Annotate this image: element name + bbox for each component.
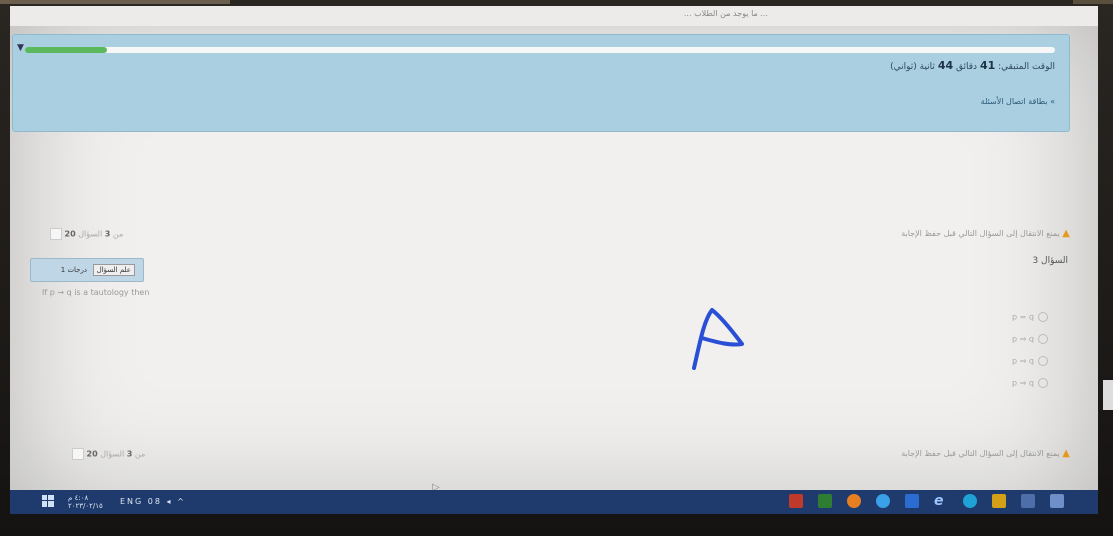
radio-button[interactable] bbox=[1038, 356, 1048, 366]
pager-of: من bbox=[112, 229, 124, 239]
pager-label: السؤال bbox=[100, 449, 125, 459]
timer-progress-fill bbox=[25, 47, 108, 53]
answer-options: p = q p ⇒ q p ⇒ q p ⇒ q bbox=[1012, 312, 1048, 400]
question-area: ▲ يمنع الانتقال إلى السؤال التالي قبل حف… bbox=[10, 136, 1098, 476]
monitor-photo: ... ما يوجد من الطلاب ... ▼ الوقت المتبق… bbox=[0, 0, 1113, 536]
page-header-strip: ... ما يوجد من الطلاب ... bbox=[10, 6, 1098, 26]
question-marks: 1 درجات bbox=[60, 266, 87, 274]
answer-option[interactable]: p ⇒ q bbox=[1012, 334, 1048, 344]
question-pager-top: 20 من 3 السؤال bbox=[50, 228, 123, 240]
system-tray[interactable]: ENG 08 ◂ ^ bbox=[120, 497, 186, 506]
answer-option[interactable]: p ⇒ q bbox=[1012, 378, 1048, 388]
clock-date: ٢٠٢٣/٠٢/١٥ bbox=[68, 502, 103, 510]
start-icon[interactable] bbox=[42, 495, 54, 507]
edge-legacy-icon[interactable]: e bbox=[934, 494, 948, 508]
background-object bbox=[0, 0, 230, 4]
timer-progress-bar bbox=[25, 47, 1055, 53]
minutes-label: دقائق bbox=[956, 62, 978, 72]
pager-label: السؤال bbox=[78, 229, 103, 239]
quiz-timer-panel: ▼ الوقت المتبقي: 41 دقائق 44 ثانية (ثوان… bbox=[12, 34, 1070, 132]
warning-icon: ▲ bbox=[1062, 448, 1070, 459]
taskbar-clock[interactable]: ٤:٠٨ م ٢٠٢٣/٠٢/١٥ bbox=[68, 494, 103, 510]
prev-question-button[interactable] bbox=[50, 228, 62, 240]
header-text: ... ما يوجد من الطلاب ... bbox=[683, 9, 768, 18]
excel-icon[interactable] bbox=[818, 494, 832, 508]
warning-top: ▲ يمنع الانتقال إلى السؤال التالي قبل حف… bbox=[901, 228, 1070, 239]
powerpoint-icon[interactable] bbox=[789, 494, 803, 508]
background-object-right bbox=[1073, 0, 1113, 4]
handwritten-a-icon bbox=[692, 308, 744, 370]
flag-question-button[interactable]: علم السؤال bbox=[92, 264, 135, 276]
minutes-value: 41 bbox=[979, 59, 996, 72]
windows-icon[interactable] bbox=[1050, 494, 1064, 508]
question-number: السؤال 3 bbox=[1032, 256, 1068, 266]
prev-question-button[interactable] bbox=[72, 448, 84, 460]
question-navigation-link[interactable]: » بطاقة اتصال الأسئلة bbox=[981, 97, 1055, 106]
pager-current: 3 bbox=[104, 229, 111, 239]
pager-total: 20 bbox=[64, 229, 76, 239]
collapse-icon[interactable]: ▼ bbox=[17, 43, 24, 53]
pager-current: 3 bbox=[126, 449, 133, 459]
warning-text: يمنع الانتقال إلى السؤال التالي قبل حفظ … bbox=[901, 229, 1060, 238]
warning-text: يمنع الانتقال إلى السؤال التالي قبل حفظ … bbox=[901, 449, 1060, 458]
question-text: If p → q is a tautology then bbox=[42, 288, 150, 297]
bezel-glare bbox=[1103, 380, 1113, 410]
question-info-box: علم السؤال 1 درجات bbox=[30, 258, 144, 282]
file-explorer-icon[interactable] bbox=[992, 494, 1006, 508]
task-view-icon[interactable] bbox=[1021, 494, 1035, 508]
pager-total: 20 bbox=[86, 449, 98, 459]
time-remaining-label: الوقت المتبقي: bbox=[998, 62, 1055, 72]
answer-option[interactable]: p ⇒ q bbox=[1012, 356, 1048, 366]
radio-button[interactable] bbox=[1038, 312, 1048, 322]
taskbar-app-icons: e bbox=[789, 494, 1064, 508]
chrome-icon[interactable] bbox=[876, 494, 890, 508]
firefox-icon[interactable] bbox=[847, 494, 861, 508]
question-pager-bottom: 20 من 3 السؤال bbox=[72, 448, 145, 460]
warning-icon: ▲ bbox=[1062, 228, 1070, 239]
warning-bottom: ▲ يمنع الانتقال إلى السؤال التالي قبل حف… bbox=[901, 448, 1070, 459]
pager-of: من bbox=[134, 449, 146, 459]
radio-button[interactable] bbox=[1038, 334, 1048, 344]
edge-icon[interactable] bbox=[963, 494, 977, 508]
answer-option[interactable]: p = q bbox=[1012, 312, 1048, 322]
windows-taskbar: ٤:٠٨ م ٢٠٢٣/٠٢/١٥ ENG 08 ◂ ^ e bbox=[10, 490, 1098, 514]
seconds-value: 44 bbox=[937, 59, 954, 72]
radio-button[interactable] bbox=[1038, 378, 1048, 388]
clock-time: ٤:٠٨ م bbox=[68, 494, 89, 502]
word-icon[interactable] bbox=[905, 494, 919, 508]
seconds-label: ثانية (ثواني) bbox=[890, 62, 935, 72]
laptop-screen: ... ما يوجد من الطلاب ... ▼ الوقت المتبق… bbox=[10, 6, 1098, 514]
time-remaining: الوقت المتبقي: 41 دقائق 44 ثانية (ثواني) bbox=[890, 59, 1055, 72]
